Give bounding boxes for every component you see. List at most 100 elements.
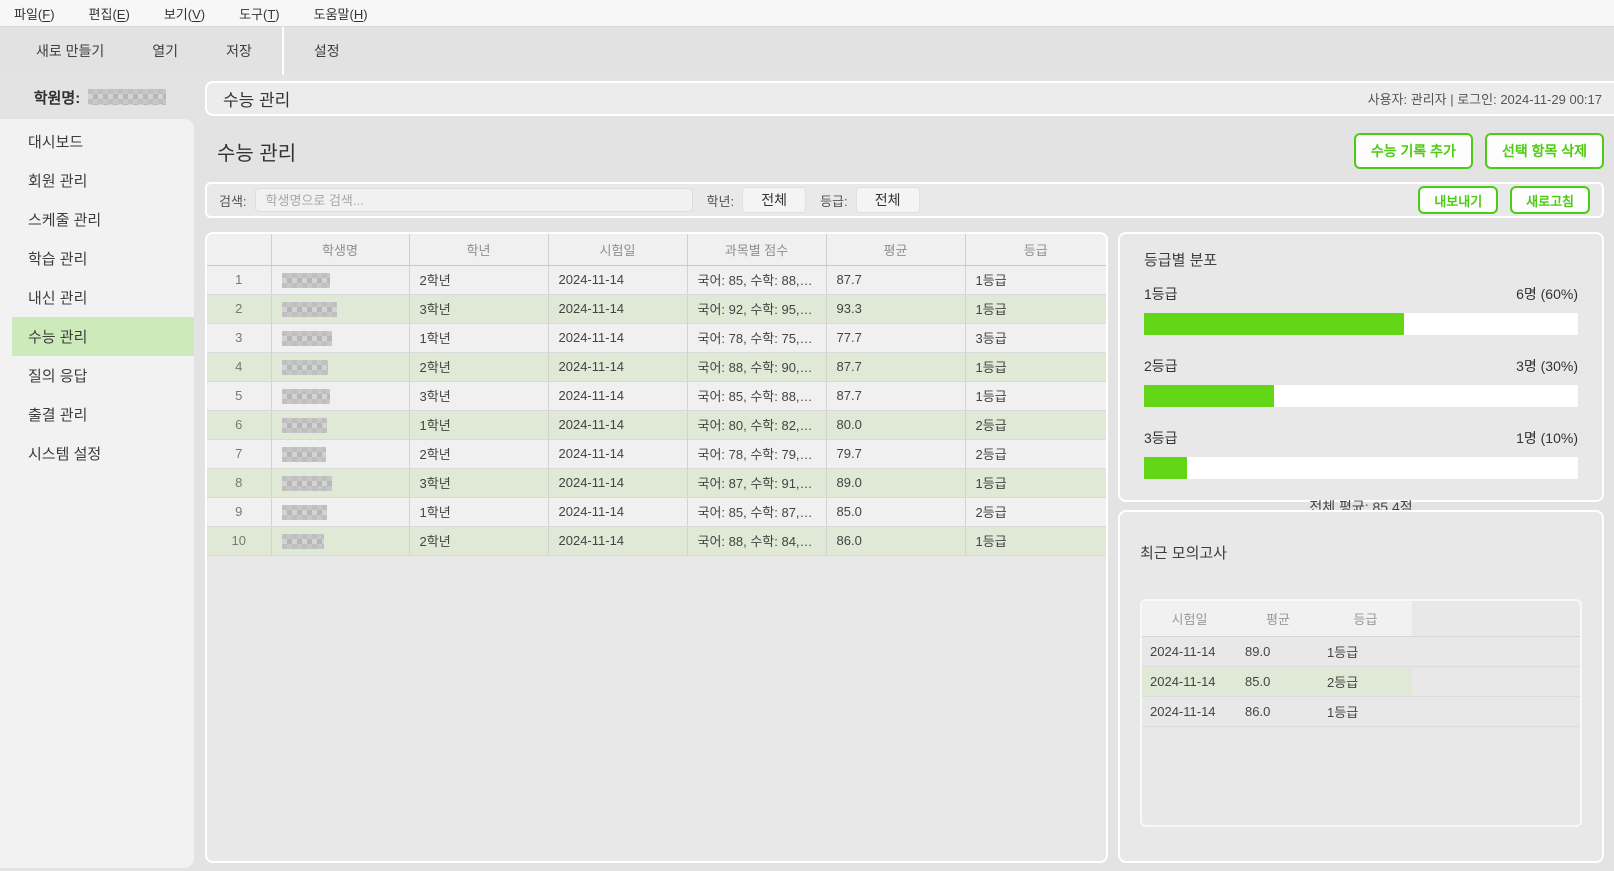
table-row[interactable]: 23학년2024-11-14국어: 92, 수학: 95, …93.31등급: [207, 294, 1106, 323]
table-header-row: 학생명학년시험일과목별 점수평균등급: [207, 234, 1106, 265]
recent-exams-table-box: 시험일평균등급 2024-11-1489.01등급2024-11-1485.02…: [1140, 599, 1582, 827]
row-number-cell: 5: [207, 381, 271, 410]
table-row[interactable]: 31학년2024-11-14국어: 78, 수학: 75, …77.73등급: [207, 323, 1106, 352]
table-header-cell: 평균: [826, 234, 965, 265]
table-row[interactable]: 53학년2024-11-14국어: 85, 수학: 88, …87.71등급: [207, 381, 1106, 410]
exam-date-cell: 2024-11-14: [548, 526, 687, 555]
recent-exam-rank-cell: 2등급: [1319, 666, 1412, 696]
row-number-cell: 6: [207, 410, 271, 439]
refresh-button[interactable]: 새로고침: [1510, 186, 1590, 214]
table-row[interactable]: 91학년2024-11-14국어: 85, 수학: 87, …85.02등급: [207, 497, 1106, 526]
student-name-cell: [271, 497, 409, 526]
grade-cell: 2학년: [409, 439, 548, 468]
menu-item[interactable]: 도구(T): [239, 4, 280, 23]
grade-cell: 2학년: [409, 265, 548, 294]
row-number-cell: 1: [207, 265, 271, 294]
add-record-button[interactable]: 수능 기록 추가: [1354, 133, 1473, 169]
sidebar-item[interactable]: 출결 관리: [0, 395, 194, 434]
censored-student-name: [282, 331, 332, 346]
recent-exam-filler-cell: [1412, 696, 1580, 726]
menu-item[interactable]: 편집(E): [89, 4, 130, 23]
table-row[interactable]: 102학년2024-11-14국어: 88, 수학: 84, …86.01등급: [207, 526, 1106, 555]
distribution-group: 3등급1명 (10%): [1144, 428, 1578, 479]
recent-exam-rank-cell: 1등급: [1319, 636, 1412, 666]
toolbar: 새로 만들기 열기 저장 설정: [0, 27, 1614, 75]
table-header-cell: 학년: [409, 234, 548, 265]
table-row[interactable]: 72학년2024-11-14국어: 78, 수학: 79, …79.72등급: [207, 439, 1106, 468]
grade-cell: 1학년: [409, 497, 548, 526]
table-row[interactable]: 83학년2024-11-14국어: 87, 수학: 91, …89.01등급: [207, 468, 1106, 497]
sidebar-item[interactable]: 질의 응답: [0, 356, 194, 395]
sidebar-item[interactable]: 회원 관리: [0, 161, 194, 200]
grade-distribution-panel: 등급별 분포 1등급6명 (60%)2등급3명 (30%)3등급1명 (10%)…: [1118, 232, 1604, 502]
subject-scores-cell: 국어: 88, 수학: 84, …: [687, 526, 826, 555]
menu-item[interactable]: 파일(F): [14, 4, 55, 23]
save-button[interactable]: 저장: [202, 27, 276, 75]
distribution-bar-track: [1144, 385, 1578, 407]
student-name-cell: [271, 294, 409, 323]
search-label: 검색:: [219, 191, 247, 210]
subject-scores-cell: 국어: 80, 수학: 82, …: [687, 410, 826, 439]
censored-student-name: [282, 273, 330, 288]
table-row[interactable]: 12학년2024-11-14국어: 85, 수학: 88, …87.71등급: [207, 265, 1106, 294]
distribution-bar-track: [1144, 457, 1578, 479]
exam-date-cell: 2024-11-14: [548, 468, 687, 497]
recent-exam-average-cell: 86.0: [1237, 696, 1319, 726]
row-number-cell: 10: [207, 526, 271, 555]
censored-student-name: [282, 534, 324, 549]
recent-exam-filler-cell: [1412, 636, 1580, 666]
censored-student-name: [282, 476, 332, 491]
sidebar-item[interactable]: 스케줄 관리: [0, 200, 194, 239]
recent-table-header-cell: 등급: [1319, 601, 1412, 636]
censored-student-name: [282, 389, 330, 404]
average-cell: 80.0: [826, 410, 965, 439]
distribution-bar-fill: [1144, 457, 1187, 479]
search-input[interactable]: [255, 188, 693, 212]
table-row[interactable]: 42학년2024-11-14국어: 88, 수학: 90, …87.71등급: [207, 352, 1106, 381]
settings-button[interactable]: 설정: [290, 27, 364, 75]
academy-name-label: 학원명:: [34, 87, 80, 108]
rank-filter-label: 등급:: [820, 191, 848, 210]
student-name-cell: [271, 265, 409, 294]
rank-filter-select[interactable]: 전체: [856, 187, 920, 213]
menu-item[interactable]: 보기(V): [164, 4, 205, 23]
sidebar-item[interactable]: 학습 관리: [0, 239, 194, 278]
recent-exam-row: 2024-11-1486.01등급: [1142, 696, 1580, 726]
menu-item[interactable]: 도움말(H): [314, 4, 368, 23]
export-button[interactable]: 내보내기: [1418, 186, 1498, 214]
recent-exam-average-cell: 85.0: [1237, 666, 1319, 696]
row-number-cell: 4: [207, 352, 271, 381]
subject-scores-cell: 국어: 78, 수학: 79, …: [687, 439, 826, 468]
distribution-bar-track: [1144, 313, 1578, 335]
grade-cell: 2학년: [409, 526, 548, 555]
recent-exam-row: 2024-11-1485.02등급: [1142, 666, 1580, 696]
subject-scores-cell: 국어: 85, 수학: 88, …: [687, 381, 826, 410]
average-cell: 89.0: [826, 468, 965, 497]
table-row[interactable]: 61학년2024-11-14국어: 80, 수학: 82, …80.02등급: [207, 410, 1106, 439]
main-area: 수능 관리 사용자: 관리자 | 로그인: 2024-11-29 00:17 수…: [200, 75, 1614, 870]
rank-cell: 2등급: [965, 410, 1106, 439]
sidebar-item[interactable]: 내신 관리: [0, 278, 194, 317]
sidebar-nav: 대시보드회원 관리스케줄 관리학습 관리내신 관리수능 관리질의 응답출결 관리…: [0, 119, 194, 868]
distribution-title: 등급별 분포: [1144, 249, 1578, 270]
new-button[interactable]: 새로 만들기: [12, 27, 128, 75]
distribution-group: 1등급6명 (60%): [1144, 284, 1578, 335]
sidebar-item[interactable]: 대시보드: [0, 122, 194, 161]
sidebar-item[interactable]: 수능 관리: [12, 317, 194, 356]
page-title: 수능 관리: [223, 86, 290, 111]
rank-cell: 2등급: [965, 497, 1106, 526]
sidebar-item[interactable]: 시스템 설정: [0, 434, 194, 473]
exam-date-cell: 2024-11-14: [548, 352, 687, 381]
sidebar: 학원명: 대시보드회원 관리스케줄 관리학습 관리내신 관리수능 관리질의 응답…: [0, 75, 200, 870]
subject-scores-cell: 국어: 88, 수학: 90, …: [687, 352, 826, 381]
grade-cell: 3학년: [409, 468, 548, 497]
grade-filter-select[interactable]: 전체: [742, 187, 806, 213]
open-button[interactable]: 열기: [128, 27, 202, 75]
row-number-cell: 3: [207, 323, 271, 352]
rank-cell: 1등급: [965, 352, 1106, 381]
censored-student-name: [282, 418, 327, 433]
delete-selected-button[interactable]: 선택 항목 삭제: [1485, 133, 1604, 169]
average-cell: 79.7: [826, 439, 965, 468]
page-header: 수능 관리 사용자: 관리자 | 로그인: 2024-11-29 00:17: [205, 81, 1614, 116]
rank-cell: 3등급: [965, 323, 1106, 352]
